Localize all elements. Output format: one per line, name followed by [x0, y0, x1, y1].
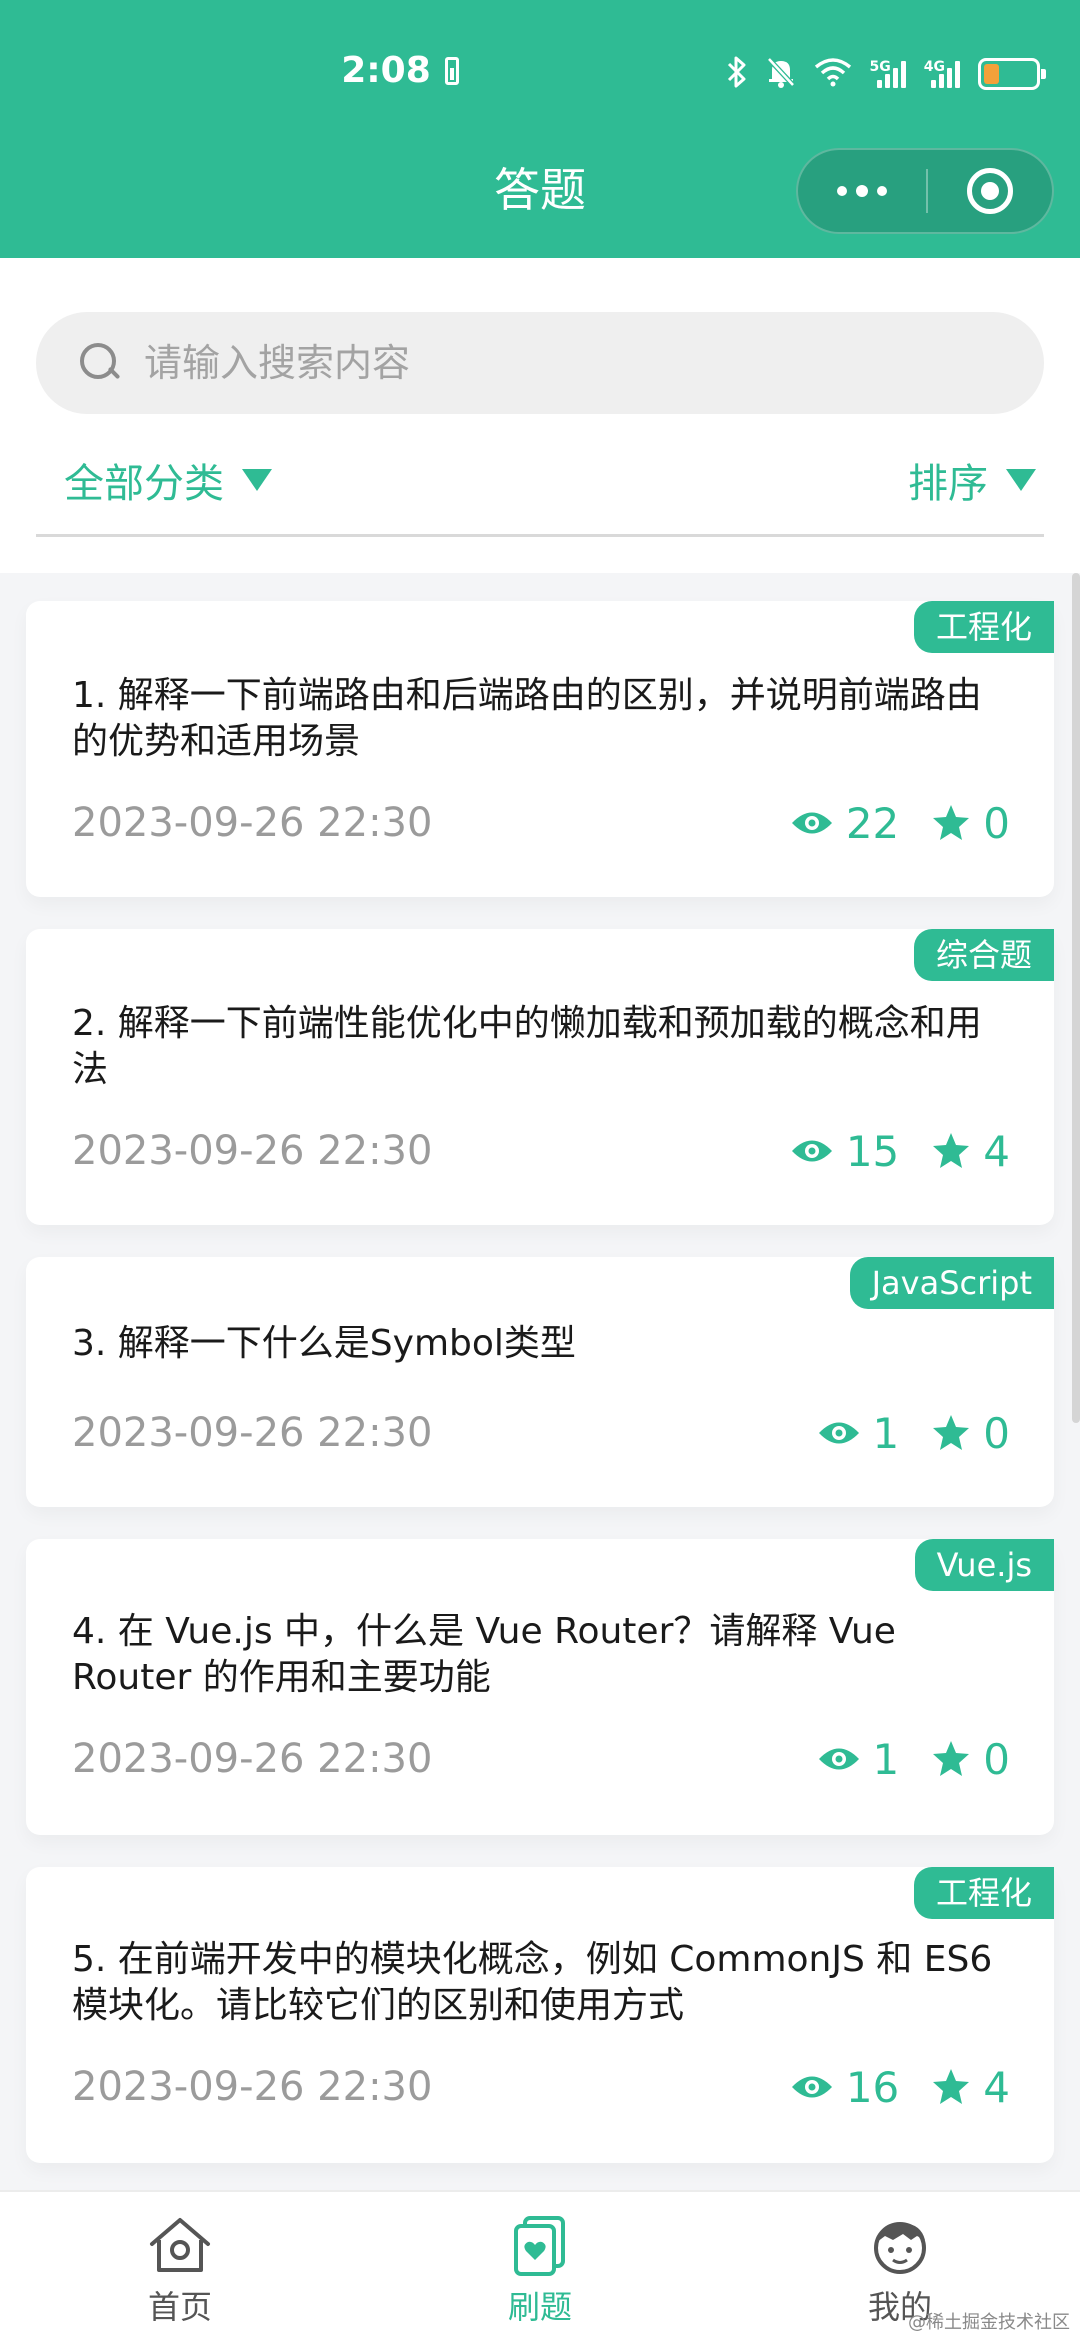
category-tag: 工程化 [913, 1867, 1054, 1919]
profile-avatar-icon [874, 2222, 926, 2274]
question-date: 2023-09-26 22:30 [72, 1736, 433, 1782]
question-card[interactable]: 工程化 5. 在前端开发中的模块化概念，例如 CommonJS 和 ES6 模块… [26, 1867, 1054, 2163]
bottom-tab-bar: 首页 刷题 我的 @稀土掘金技术社区 [0, 2190, 1080, 2340]
view-count-value: 1 [872, 1734, 900, 1784]
category-filter-label: 全部分类 [64, 461, 224, 507]
eye-icon [791, 812, 832, 834]
dropdown-triangle-icon [1006, 469, 1036, 491]
tab-home[interactable]: 首页 [0, 2192, 360, 2340]
status-icons: 5G 4G [726, 54, 1046, 94]
mini-program-close-icon[interactable] [928, 150, 1052, 232]
category-tag: 工程化 [913, 601, 1054, 653]
question-title: 1. 解释一下前端路由和后端路由的区别，并说明前端路由的优势和适用场景 [72, 675, 982, 762]
view-count: 15 [790, 1127, 899, 1176]
question-date: 2023-09-26 22:30 [72, 1128, 433, 1174]
star-count-value: 0 [983, 1408, 1010, 1458]
sort-filter-label: 排序 [908, 461, 988, 507]
eye-icon [791, 1140, 832, 1162]
mini-program-capsule [796, 148, 1054, 234]
search-filter-panel: 全部分类 排序 [0, 258, 1080, 573]
more-dots-icon[interactable] [798, 150, 926, 232]
cellular-signal-icon-2: 4G [924, 60, 960, 88]
category-filter[interactable]: 全部分类 [64, 450, 272, 510]
eye-icon [791, 2076, 832, 2098]
question-meta: 2023-09-26 22:30 1 0 [72, 1729, 1010, 1789]
cellular-signal-icon: 5G [870, 60, 906, 88]
question-date: 2023-09-26 22:30 [72, 800, 433, 846]
network-type-label: 5G [869, 59, 891, 75]
tab-questions-label: 刷题 [507, 2288, 572, 2326]
watermark: @稀土掘金技术社区 [908, 2312, 1070, 2333]
view-count-value: 16 [845, 2062, 900, 2112]
search-icon [80, 343, 120, 383]
question-title: 5. 在前端开发中的模块化概念，例如 CommonJS 和 ES6 模块化。请比… [72, 1939, 993, 2026]
app-header: 2:08 5G 4G 答题 [0, 0, 1080, 258]
star-count: 0 [931, 1735, 1010, 1784]
eye-icon [818, 1422, 859, 1444]
question-date: 2023-09-26 22:30 [72, 2064, 433, 2110]
star-count-value: 0 [983, 798, 1010, 848]
list-scrollbar[interactable] [1072, 573, 1080, 1423]
filter-divider [36, 534, 1044, 537]
question-bank-icon [514, 2216, 565, 2276]
status-time: 2:08 [0, 50, 800, 91]
question-title: 3. 解释一下什么是Symbol类型 [72, 1323, 576, 1364]
search-bar[interactable] [36, 312, 1044, 414]
question-meta: 2023-09-26 22:30 16 4 [72, 2057, 1010, 2117]
view-count: 22 [790, 799, 899, 848]
question-date: 2023-09-26 22:30 [72, 1410, 433, 1456]
question-title: 4. 在 Vue.js 中，什么是 Vue Router？请解释 Vue Rou… [72, 1611, 896, 1698]
star-count-value: 0 [983, 1734, 1010, 1784]
question-card[interactable]: 工程化 1. 解释一下前端路由和后端路由的区别，并说明前端路由的优势和适用场景 … [26, 601, 1054, 897]
star-icon [933, 2069, 970, 2104]
question-card[interactable]: JavaScript 3. 解释一下什么是Symbol类型 2023-09-26… [26, 1257, 1054, 1507]
star-count: 4 [931, 2063, 1010, 2112]
dropdown-triangle-icon [242, 469, 272, 491]
star-icon [933, 1741, 970, 1776]
star-icon [933, 1133, 970, 1168]
tab-questions[interactable]: 刷题 [360, 2192, 720, 2340]
star-count-value: 4 [983, 2062, 1010, 2112]
question-card[interactable]: 综合题 2. 解释一下前端性能优化中的懒加载和预加载的概念和用法 2023-09… [26, 929, 1054, 1225]
category-tag: Vue.js [914, 1539, 1054, 1591]
wifi-icon [814, 57, 852, 92]
eye-icon [818, 1748, 859, 1770]
question-meta: 2023-09-26 22:30 1 0 [72, 1403, 1010, 1463]
tab-home-label: 首页 [147, 2288, 212, 2326]
question-meta: 2023-09-26 22:30 22 0 [72, 793, 1010, 853]
view-count: 16 [790, 2063, 899, 2112]
bluetooth-icon [726, 55, 748, 94]
clock: 2:08 [341, 50, 431, 91]
view-count-value: 15 [845, 1126, 900, 1176]
view-count-value: 22 [845, 798, 900, 848]
search-input[interactable] [144, 341, 964, 385]
star-icon [933, 1415, 970, 1450]
star-count-value: 4 [983, 1126, 1010, 1176]
home-icon [150, 2218, 210, 2272]
question-title: 2. 解释一下前端性能优化中的懒加载和预加载的概念和用法 [72, 1003, 982, 1090]
star-count: 4 [931, 1127, 1010, 1176]
view-count: 1 [817, 1408, 900, 1458]
question-list[interactable]: 工程化 1. 解释一下前端路由和后端路由的区别，并说明前端路由的优势和适用场景 … [0, 573, 1080, 2190]
battery-level [984, 64, 999, 84]
view-count: 1 [817, 1734, 900, 1784]
question-meta: 2023-09-26 22:30 15 4 [72, 1121, 1010, 1181]
battery-icon [978, 58, 1046, 90]
star-icon [933, 805, 970, 840]
network-type-label-2: 4G [923, 59, 945, 75]
category-tag: JavaScript [849, 1257, 1054, 1309]
category-tag: 综合题 [913, 929, 1054, 981]
star-count: 0 [931, 799, 1010, 848]
question-card[interactable]: Vue.js 4. 在 Vue.js 中，什么是 Vue Router？请解释 … [26, 1539, 1054, 1835]
sort-filter[interactable]: 排序 [908, 450, 1036, 510]
battery-saver-icon [444, 57, 459, 85]
star-count: 0 [931, 1409, 1010, 1458]
view-count-value: 1 [872, 1408, 900, 1458]
mute-bell-icon [765, 55, 796, 93]
